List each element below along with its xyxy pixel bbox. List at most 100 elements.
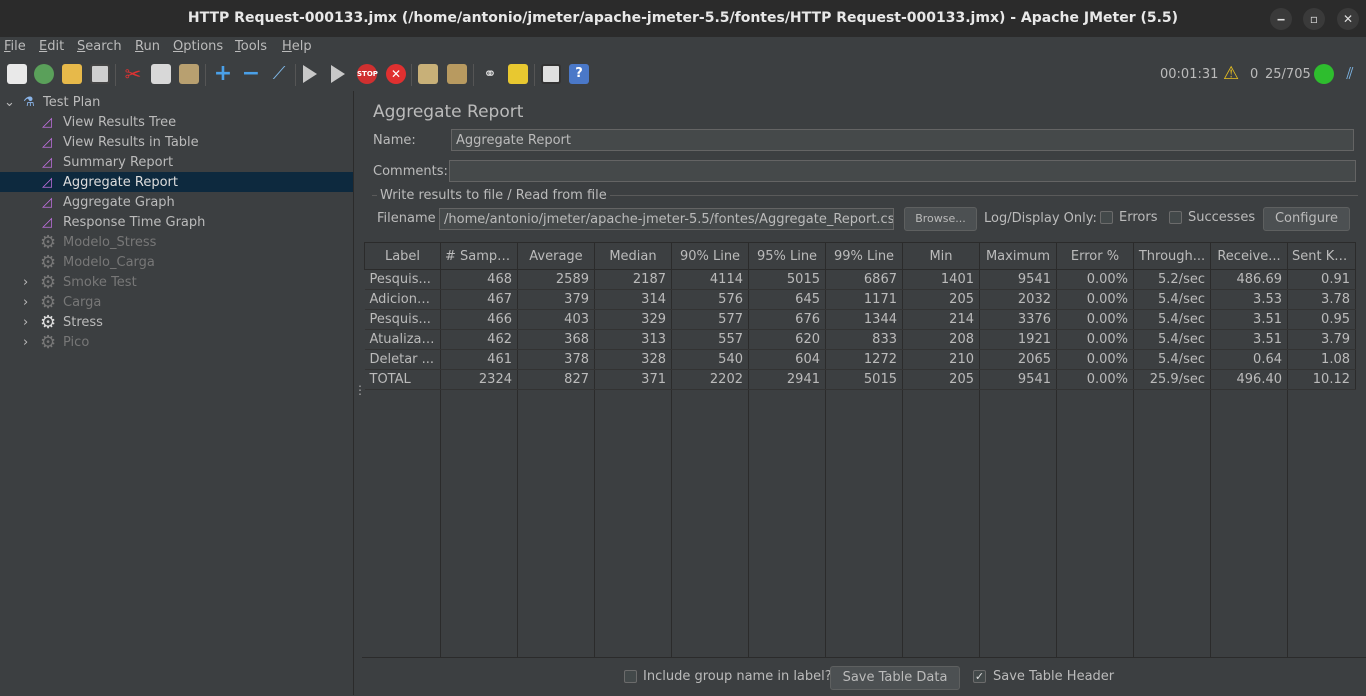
table-cell: 468	[440, 269, 518, 290]
warning-icon[interactable]: ⚠	[1223, 63, 1239, 84]
column-header[interactable]: 95% Line	[748, 242, 826, 270]
errors-checkbox[interactable]	[1100, 211, 1113, 224]
close-button[interactable]: ✕	[1337, 8, 1359, 30]
column-header[interactable]: Error %	[1056, 242, 1134, 270]
column-header[interactable]: Min	[902, 242, 980, 270]
tree-node-pico[interactable]: › ⚙ Pico	[0, 332, 353, 353]
tree-node-smoke-test[interactable]: › ⚙ Smoke Test	[0, 272, 353, 293]
table-cell: 467	[440, 289, 518, 310]
tree-node-modelo-carga[interactable]: ⚙ Modelo_Carga	[0, 252, 353, 273]
tree-node-modelo-stress[interactable]: ⚙ Modelo_Stress	[0, 232, 353, 253]
column-header[interactable]: Sent KB/...	[1287, 242, 1356, 270]
column-header[interactable]: Receive...	[1210, 242, 1288, 270]
save-table-data-button[interactable]: Save Table Data	[830, 666, 960, 690]
filename-label: Filename	[377, 211, 436, 226]
table-cell: 5.4/sec	[1133, 329, 1211, 350]
collapsed-arrow-icon[interactable]: ›	[23, 335, 28, 350]
tree-node-response-time-graph[interactable]: ◿ Response Time Graph	[0, 212, 353, 232]
filename-field[interactable]: /home/antonio/jmeter/apache-jmeter-5.5/f…	[439, 208, 894, 230]
tree-node-test-plan[interactable]: ⌄ ⚗ Test Plan	[0, 92, 353, 112]
expand-icon[interactable]: +	[213, 63, 233, 85]
browse-button[interactable]: Browse...	[904, 207, 977, 231]
shutdown-icon[interactable]: ✕	[386, 64, 406, 84]
start-icon[interactable]	[303, 65, 317, 83]
column-header[interactable]: Label	[364, 242, 441, 270]
tree-node-aggregate-graph[interactable]: ◿ Aggregate Graph	[0, 192, 353, 212]
table-cell: 368	[517, 329, 595, 350]
tree-node-view-results-tree[interactable]: ◿ View Results Tree	[0, 112, 353, 132]
table-cell: 577	[671, 309, 749, 330]
test-plan-tree[interactable]: ⌄ ⚗ Test Plan ◿ View Results Tree ◿ View…	[0, 91, 353, 695]
column-header[interactable]: 99% Line	[825, 242, 903, 270]
minimize-button[interactable]: ‒	[1270, 8, 1292, 30]
menu-tools[interactable]: Tools	[235, 39, 267, 54]
aggregate-table[interactable]: Label # Samples Average Median 90% Line …	[364, 242, 1356, 390]
collapsed-arrow-icon[interactable]: ›	[23, 295, 28, 310]
templates-icon[interactable]	[34, 64, 54, 84]
menu-search[interactable]: Search	[77, 39, 122, 54]
comments-field[interactable]	[449, 160, 1356, 182]
tree-node-summary-report[interactable]: ◿ Summary Report	[0, 152, 353, 172]
table-row[interactable]: Adiciona... 467 379 314 576 645 1171 205 2032 0.0…	[364, 289, 1356, 310]
table-cell: 496.40	[1210, 369, 1288, 390]
stop-icon[interactable]: STOP	[357, 64, 378, 84]
column-header[interactable]: 90% Line	[671, 242, 749, 270]
table-cell: 827	[517, 369, 595, 390]
successes-checkbox[interactable]	[1169, 211, 1182, 224]
column-header[interactable]: Average	[517, 242, 595, 270]
menu-options[interactable]: Options	[173, 39, 223, 54]
reset-search-icon[interactable]	[508, 64, 528, 84]
new-icon[interactable]	[7, 64, 27, 84]
copy-icon[interactable]	[151, 64, 171, 84]
save-table-header-checkbox[interactable]: ✓	[973, 670, 986, 683]
table-row[interactable]: Deletar ... 461 378 328 540 604 1272 210 2065 0.0…	[364, 349, 1356, 370]
log-display-label: Log/Display Only:	[984, 211, 1097, 226]
write-results-title: Write results to file / Read from file	[377, 188, 610, 203]
menu-file[interactable]: File	[4, 39, 26, 54]
table-row[interactable]: Atualizar... 462 368 313 557 620 833 208 1921 0.0…	[364, 329, 1356, 350]
save-icon[interactable]	[90, 64, 110, 84]
maximize-button[interactable]: ▫	[1303, 8, 1325, 30]
table-cell: 1344	[825, 309, 903, 330]
clear-icon[interactable]	[418, 64, 438, 84]
start-no-pause-icon[interactable]	[331, 65, 345, 83]
help-icon[interactable]: ?	[569, 64, 589, 84]
table-cell: 403	[517, 309, 595, 330]
function-helper-icon[interactable]	[541, 64, 561, 84]
include-group-checkbox[interactable]	[624, 670, 637, 683]
cut-icon[interactable]: ✂	[123, 64, 143, 84]
collapsed-arrow-icon[interactable]: ›	[23, 315, 28, 330]
collapse-icon[interactable]: −	[241, 63, 261, 85]
column-header[interactable]: Through...	[1133, 242, 1211, 270]
table-cell: 0.91	[1287, 269, 1356, 290]
table-row[interactable]: Pesquis... 468 2589 2187 4114 5015 6867 1401 954…	[364, 269, 1356, 290]
open-icon[interactable]	[62, 64, 82, 84]
tree-node-carga[interactable]: › ⚙ Carga	[0, 292, 353, 313]
tree-node-aggregate-report[interactable]: ◿ Aggregate Report	[0, 172, 353, 192]
tree-node-view-results-table[interactable]: ◿ View Results in Table	[0, 132, 353, 152]
menu-run[interactable]: Run	[135, 39, 160, 54]
split-pane-divider[interactable]: ⋮	[353, 91, 366, 695]
name-field[interactable]: Aggregate Report	[451, 129, 1354, 151]
menu-edit[interactable]: Edit	[39, 39, 64, 54]
clear-all-icon[interactable]	[447, 64, 467, 84]
table-row[interactable]: TOTAL 2324 827 371 2202 2941 5015 205 9541 0.00% 2…	[364, 369, 1356, 390]
log-viewer-icon[interactable]: ⫽	[1340, 64, 1360, 84]
column-header[interactable]: Maximum	[979, 242, 1057, 270]
table-cell: 1921	[979, 329, 1057, 350]
configure-button[interactable]: Configure	[1263, 207, 1350, 231]
column-header[interactable]: Median	[594, 242, 672, 270]
tree-node-stress[interactable]: › ⚙ Stress	[0, 312, 353, 333]
menu-help[interactable]: Help	[282, 39, 312, 54]
collapsed-arrow-icon[interactable]: ›	[23, 275, 28, 290]
search-icon[interactable]: ⚭	[480, 64, 500, 84]
table-cell: 2065	[979, 349, 1057, 370]
column-header[interactable]: # Samples	[440, 242, 518, 270]
expand-arrow-icon[interactable]: ⌄	[4, 95, 15, 110]
table-row[interactable]: Pesquis... 466 403 329 577 676 1344 214 3376 0.00…	[364, 309, 1356, 330]
table-cell: 462	[440, 329, 518, 350]
table-cell: 2187	[594, 269, 672, 290]
toggle-icon[interactable]: ⟋	[269, 64, 289, 84]
listener-icon: ◿	[42, 135, 52, 150]
paste-icon[interactable]	[179, 64, 199, 84]
